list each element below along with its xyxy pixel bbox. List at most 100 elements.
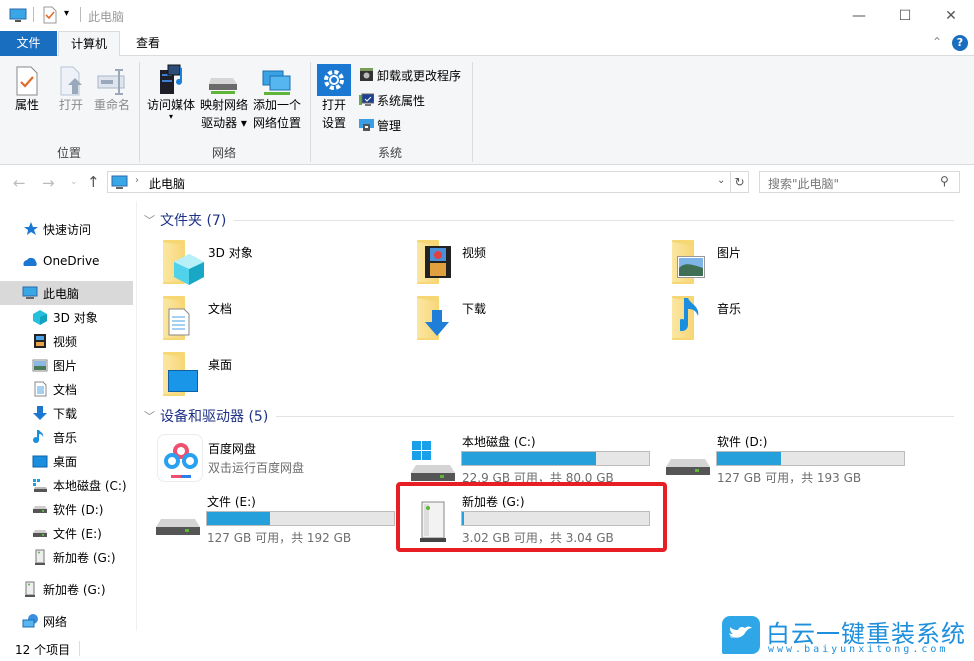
tab-view[interactable]: 查看 <box>122 31 174 56</box>
drive-usage-fill <box>462 452 596 465</box>
watermark: 白云一键重装系统 www.baiyunxitong.com <box>722 612 972 660</box>
sidebar-item-label: 新加卷 (G:) <box>43 582 106 597</box>
system-properties-label: 系统属性 <box>377 93 426 108</box>
properties-quick-access-icon[interactable] <box>43 6 57 27</box>
customize-quick-access-dropdown[interactable]: ▾ <box>64 8 69 19</box>
collapse-chevron-icon[interactable]: ﹀ <box>144 212 155 228</box>
folder-item[interactable]: 视频 <box>411 238 611 286</box>
open-settings-button[interactable]: 打开 设置 <box>317 64 351 132</box>
watermark-url: www.baiyunxitong.com <box>768 644 949 655</box>
collapse-ribbon-icon[interactable]: ⌃ <box>932 35 942 49</box>
rename-button[interactable]: 重命名 <box>92 66 132 114</box>
folder-item[interactable]: 图片 <box>666 238 866 286</box>
search-input[interactable]: 搜索"此电脑" ⚲ <box>759 171 960 193</box>
map-network-drive-button[interactable]: 映射网络 驱动器 ▾ <box>198 70 250 132</box>
sidebar-item[interactable]: 视频 <box>0 329 133 353</box>
divider <box>33 7 34 22</box>
drive-item[interactable]: 软件 (D:) 127 GB 可用，共 193 GB <box>665 433 910 489</box>
windows-drive-icon <box>32 477 48 493</box>
address-history-dropdown[interactable]: ⌄ <box>717 175 725 186</box>
minimize-button[interactable]: — <box>836 0 882 31</box>
forward-button[interactable]: → <box>42 174 55 192</box>
folder-item[interactable]: 3D 对象 <box>157 238 357 286</box>
sidebar-item-label: 文档 <box>53 382 78 397</box>
back-button[interactable]: ← <box>13 174 26 192</box>
folder-icon <box>411 238 461 286</box>
section-divider <box>276 415 954 417</box>
section-header-devices[interactable]: ﹀ 设备和驱动器 (5) <box>144 406 954 426</box>
media-icon <box>160 64 182 94</box>
sidebar-item[interactable]: 下载 <box>0 401 133 425</box>
sidebar-item[interactable]: 本地磁盘 (C:) <box>0 473 133 497</box>
close-button[interactable]: ✕ <box>928 0 974 31</box>
uninstall-program-button[interactable]: 卸载或更改程序 <box>359 65 461 85</box>
baidu-netdisk-subtitle: 双击运行百度网盘 <box>208 461 305 475</box>
add-network-location-label-1: 添加一个 <box>252 98 301 112</box>
drive-item[interactable]: 本地磁盘 (C:) 22.9 GB 可用，共 80.0 GB <box>410 433 655 489</box>
dropdown-arrow-icon: ▾ <box>168 112 173 121</box>
folder-item[interactable]: 下载 <box>411 294 611 342</box>
help-icon[interactable]: ? <box>952 35 968 51</box>
sidebar-item[interactable]: 新加卷 (G:) <box>0 545 133 569</box>
access-media-button[interactable]: 访问媒体 ▾ <box>145 64 197 121</box>
computer-icon <box>111 175 128 189</box>
usb-drive-icon <box>22 581 38 597</box>
desktop-icon <box>32 453 48 469</box>
tab-computer[interactable]: 计算机 <box>58 31 120 57</box>
address-bar[interactable]: › 此电脑 ⌄ <box>107 171 731 193</box>
pane-divider[interactable] <box>136 201 137 631</box>
sidebar-item[interactable]: 此电脑 <box>0 281 133 305</box>
breadcrumb-chevron-icon: › <box>135 175 139 186</box>
folder-icon <box>666 294 716 342</box>
system-properties-button[interactable]: 系统属性 <box>359 90 425 110</box>
rename-icon <box>97 69 125 95</box>
open-icon <box>60 66 82 96</box>
group-separator <box>472 62 473 162</box>
folder-name: 视频 <box>462 246 487 260</box>
open-button[interactable]: 打开 <box>54 66 88 114</box>
sidebar-item[interactable]: 音乐 <box>0 425 133 449</box>
sidebar-item[interactable]: 网络 <box>0 609 133 633</box>
picture-icon <box>32 357 48 373</box>
sidebar-item[interactable]: 新加卷 (G:) <box>0 577 133 601</box>
ribbon-tabs: 文件 计算机 查看 ⌃ ? <box>0 31 974 57</box>
breadcrumb-this-pc[interactable]: 此电脑 <box>149 175 185 192</box>
sidebar-item-label: 3D 对象 <box>53 310 98 325</box>
map-network-drive-label-2: 驱动器 ▾ <box>201 116 247 130</box>
folder-item[interactable]: 桌面 <box>157 350 357 398</box>
properties-label: 属性 <box>14 98 39 112</box>
drive-space-info: 127 GB 可用，共 193 GB <box>717 471 862 485</box>
folder-name: 桌面 <box>208 358 233 372</box>
add-network-location-button[interactable]: 添加一个 网络位置 <box>251 68 303 132</box>
manage-button[interactable]: 管理 <box>359 115 401 135</box>
folder-item[interactable]: 音乐 <box>666 294 866 342</box>
search-icon[interactable]: ⚲ <box>940 174 949 188</box>
recent-locations-dropdown[interactable]: ⌄ <box>70 177 78 187</box>
drive-icon <box>665 439 711 488</box>
drive-item[interactable]: 文件 (E:) 127 GB 可用，共 192 GB <box>155 493 400 549</box>
rename-label: 重命名 <box>93 98 130 112</box>
sidebar-item[interactable]: 图片 <box>0 353 133 377</box>
sidebar-item[interactable]: 文件 (E:) <box>0 521 133 545</box>
sidebar-item[interactable]: 软件 (D:) <box>0 497 133 521</box>
properties-button[interactable]: 属性 <box>10 66 44 114</box>
sidebar-item[interactable]: 快速访问 <box>0 217 133 241</box>
sidebar-item[interactable]: OneDrive <box>0 249 133 273</box>
sidebar-item[interactable]: 桌面 <box>0 449 133 473</box>
drive-name: 本地磁盘 (C:) <box>462 435 536 449</box>
baidu-netdisk-item[interactable]: 百度网盘 双击运行百度网盘 <box>155 433 385 485</box>
section-header-folders[interactable]: ﹀ 文件夹 (7) <box>144 210 954 230</box>
maximize-button[interactable]: ☐ <box>882 0 928 31</box>
tab-file[interactable]: 文件 <box>0 31 57 56</box>
windows-drive-icon <box>410 439 456 488</box>
collapse-chevron-icon[interactable]: ﹀ <box>144 408 155 424</box>
group-label-system: 系统 <box>378 146 403 160</box>
sidebar-item[interactable]: 3D 对象 <box>0 305 133 329</box>
folder-icon <box>666 238 716 286</box>
cube-icon <box>32 309 48 325</box>
folder-icon <box>157 238 207 286</box>
refresh-button[interactable]: ↻ <box>731 171 749 193</box>
up-button[interactable]: ↑ <box>87 173 100 191</box>
folder-item[interactable]: 文档 <box>157 294 357 342</box>
sidebar-item[interactable]: 文档 <box>0 377 133 401</box>
